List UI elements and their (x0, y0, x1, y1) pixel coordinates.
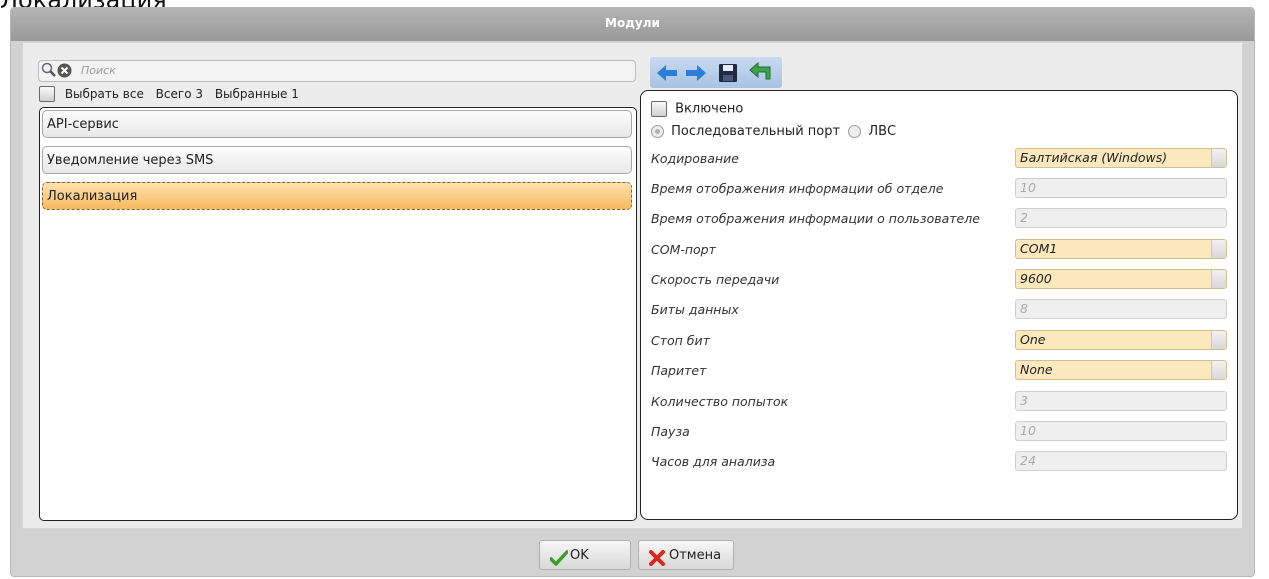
search-box[interactable]: Поиск (38, 60, 636, 82)
serial-port-radio[interactable] (651, 125, 664, 138)
ok-label: OK (570, 548, 589, 563)
field-data-bits: Биты данных 8 (651, 299, 1231, 321)
list-item[interactable]: Уведомление через SMS (42, 146, 632, 174)
enabled-label[interactable]: Включено (675, 102, 743, 117)
encoding-select[interactable]: Балтийская (Windows) (1015, 148, 1227, 168)
arrow-right-icon[interactable] (684, 61, 708, 85)
retries-input[interactable]: 3 (1015, 391, 1227, 411)
selected-count: Выбранные 1 (214, 86, 299, 101)
field-label: Кодирование (651, 151, 739, 166)
field-parity: Паритет None (651, 360, 1231, 382)
user-time-input[interactable]: 2 (1015, 208, 1227, 228)
lan-label[interactable]: ЛВС (868, 124, 896, 139)
field-analysis-hours: Часов для анализа 24 (651, 451, 1231, 473)
connection-type: Последовательный порт ЛВС (651, 124, 896, 139)
undo-icon[interactable] (748, 61, 772, 85)
field-com-port: COM-порт COM1 (651, 239, 1231, 261)
baud-rate-select[interactable]: 9600 (1015, 269, 1227, 289)
settings-panel: Включено Последовательный порт ЛВС Кодир… (640, 90, 1238, 520)
field-label: Скорость передачи (651, 272, 780, 287)
department-time-input[interactable]: 10 (1015, 178, 1227, 198)
red-x-icon (649, 548, 665, 578)
dropdown-arrow-icon[interactable] (1211, 240, 1226, 258)
field-baud-rate: Скорость передачи 9600 (651, 269, 1231, 291)
lan-radio[interactable] (848, 125, 862, 138)
settings-toolbar (650, 57, 782, 89)
list-item-selected[interactable]: Локализация (42, 182, 632, 210)
field-label: Количество попыток (651, 394, 789, 409)
field-label: Стоп бит (651, 333, 710, 348)
select-all-label[interactable]: Выбрать все (65, 87, 144, 101)
dialog-content: Поиск Выбрать все Всего 3 Выбранные 1 AP… (22, 42, 1243, 529)
save-icon[interactable] (716, 61, 740, 85)
field-encoding: Кодирование Балтийская (Windows) (651, 148, 1231, 170)
field-department-time: Время отображения информации об отделе 1… (651, 178, 1231, 200)
stop-bits-select[interactable]: One (1015, 330, 1227, 350)
dropdown-arrow-icon[interactable] (1211, 270, 1226, 288)
dropdown-arrow-icon[interactable] (1211, 149, 1226, 167)
ok-button[interactable]: OK (539, 540, 631, 570)
field-label: Паритет (651, 363, 707, 378)
arrow-left-icon[interactable] (655, 61, 679, 85)
field-label: Часов для анализа (651, 454, 776, 469)
enabled-checkbox[interactable] (651, 101, 667, 117)
field-label: Время отображения информации об отделе (651, 181, 944, 196)
search-input[interactable]: Поиск (81, 64, 116, 77)
field-label: COM-порт (651, 242, 716, 257)
selection-bar: Выбрать все Всего 3 Выбранные 1 (39, 86, 299, 104)
select-all-checkbox[interactable] (39, 86, 55, 102)
checkmark-icon (549, 548, 569, 578)
field-label: Пауза (651, 424, 690, 439)
cancel-label: Отмена (669, 548, 722, 563)
list-item[interactable]: API-сервис (42, 110, 632, 138)
dropdown-arrow-icon[interactable] (1211, 331, 1226, 349)
enabled-row: Включено (651, 101, 743, 117)
total-count: Всего 3 (155, 86, 203, 101)
field-retries: Количество попыток 3 (651, 391, 1231, 413)
data-bits-input[interactable]: 8 (1015, 299, 1227, 319)
field-pause: Пауза 10 (651, 421, 1231, 443)
parity-select[interactable]: None (1015, 360, 1227, 380)
search-icon[interactable] (41, 62, 57, 82)
clear-search-icon[interactable] (57, 63, 72, 82)
pause-input[interactable]: 10 (1015, 421, 1227, 441)
modules-list: API-сервис Уведомление через SMS Локализ… (39, 107, 637, 521)
analysis-hours-input[interactable]: 24 (1015, 451, 1227, 471)
field-label: Время отображения информации о пользоват… (651, 211, 980, 226)
field-user-time: Время отображения информации о пользоват… (651, 208, 1231, 230)
cancel-button[interactable]: Отмена (638, 540, 734, 570)
field-stop-bits: Стоп бит One (651, 330, 1231, 352)
dialog-title: Модули (11, 8, 1254, 41)
serial-port-label[interactable]: Последовательный порт (671, 124, 840, 139)
com-port-select[interactable]: COM1 (1015, 239, 1227, 259)
dropdown-arrow-icon[interactable] (1211, 361, 1226, 379)
modules-dialog: Модули Поиск Выбрать все Всего 3 Выбранн… (10, 7, 1255, 577)
field-label: Биты данных (651, 302, 739, 317)
